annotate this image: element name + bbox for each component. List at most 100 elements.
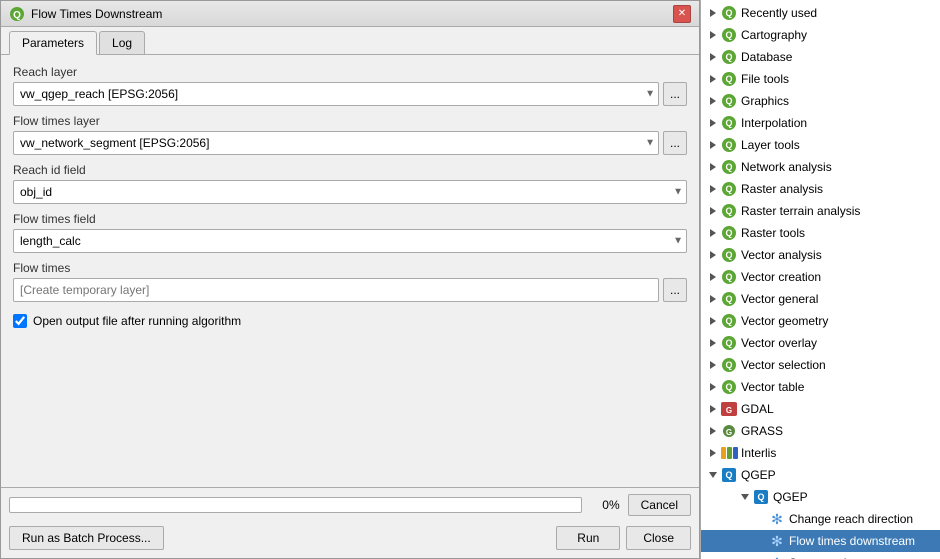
q-icon-layer-tools: Q — [721, 137, 737, 153]
q-icon-database: Q — [721, 49, 737, 65]
flow-times-layer-label: Flow times layer — [13, 114, 687, 128]
flow-times-layer-browse-button[interactable]: ... — [663, 131, 687, 155]
reach-id-field-select[interactable]: obj_id — [13, 180, 687, 204]
expand-interpolation — [705, 115, 721, 131]
q-icon-vector-overlay: Q — [721, 335, 737, 351]
flow-times-output-browse-button[interactable]: ... — [663, 278, 687, 302]
label-change-reach: Change reach direction — [789, 512, 913, 526]
sidebar-item-flow-times[interactable]: ✻ Flow times downstream — [701, 530, 940, 552]
expand-layer-tools — [705, 137, 721, 153]
expand-qgep-sub — [737, 489, 753, 505]
sidebar-item-vector-analysis[interactable]: Q Vector analysis — [701, 244, 940, 266]
reach-id-field-group: Reach id field obj_id ▼ — [13, 163, 687, 204]
label-qgep-root: QGEP — [741, 468, 776, 482]
gear-change-reach-icon: ✻ — [769, 511, 785, 527]
reach-layer-group: Reach layer vw_qgep_reach [EPSG:2056] ▼ … — [13, 65, 687, 106]
sidebar-item-cartography[interactable]: Q Cartography — [701, 24, 940, 46]
expand-vector-general — [705, 291, 721, 307]
q-icon-cartography: Q — [721, 27, 737, 43]
expand-cartography — [705, 27, 721, 43]
action-row: Run as Batch Process... Run Close — [1, 522, 699, 558]
flow-times-layer-select[interactable]: vw_network_segment [EPSG:2056] — [13, 131, 659, 155]
label-raster-terrain: Raster terrain analysis — [741, 204, 860, 218]
sidebar-item-vector-selection[interactable]: Q Vector selection — [701, 354, 940, 376]
sidebar-item-vector-table[interactable]: Q Vector table — [701, 376, 940, 398]
sidebar-item-grass[interactable]: G GRASS — [701, 420, 940, 442]
label-interlis: Interlis — [741, 446, 776, 460]
tab-parameters[interactable]: Parameters — [9, 31, 97, 55]
batch-process-button[interactable]: Run as Batch Process... — [9, 526, 164, 550]
sidebar-item-database[interactable]: Q Database — [701, 46, 940, 68]
sidebar-item-raster-analysis[interactable]: Q Raster analysis — [701, 178, 940, 200]
label-gdal: GDAL — [741, 402, 774, 416]
qgep-root-icon: Q — [721, 467, 737, 483]
label-interpolation: Interpolation — [741, 116, 807, 130]
flow-times-field-select-wrapper: length_calc ▼ — [13, 229, 687, 253]
q-icon-vector-analysis: Q — [721, 247, 737, 263]
close-icon[interactable]: ✕ — [673, 5, 691, 23]
q-icon-file-tools: Q — [721, 71, 737, 87]
expand-interlis — [705, 445, 721, 461]
expand-raster-tools — [705, 225, 721, 241]
tab-log[interactable]: Log — [99, 31, 145, 54]
close-dialog-button[interactable]: Close — [626, 526, 691, 550]
expand-gdal — [705, 401, 721, 417]
expand-qgep-root — [705, 467, 721, 483]
q-icon-raster-analysis: Q — [721, 181, 737, 197]
qgep-sub-icon: Q — [753, 489, 769, 505]
flow-times-layer-group: Flow times layer vw_network_segment [EPS… — [13, 114, 687, 155]
open-output-checkbox-row: Open output file after running algorithm — [13, 310, 687, 332]
dialog-title-text: Flow Times Downstream — [31, 7, 162, 21]
sidebar-item-snap-reach[interactable]: ✻ Snap reach geometry — [701, 552, 940, 559]
expand-flow-times — [753, 533, 769, 549]
open-output-label: Open output file after running algorithm — [33, 314, 241, 328]
gear-flow-times-icon: ✻ — [769, 533, 785, 549]
sidebar-item-gdal[interactable]: G GDAL — [701, 398, 940, 420]
reach-layer-browse-button[interactable]: ... — [663, 82, 687, 106]
sidebar-item-vector-geometry[interactable]: Q Vector geometry — [701, 310, 940, 332]
flow-times-output-row: ... — [13, 278, 687, 302]
sidebar-item-qgep-root[interactable]: Q QGEP — [701, 464, 940, 486]
q-icon-vector-general: Q — [721, 291, 737, 307]
flow-times-field-select[interactable]: length_calc — [13, 229, 687, 253]
reach-layer-select-wrapper: vw_qgep_reach [EPSG:2056] ▼ — [13, 82, 659, 106]
sidebar-item-raster-terrain[interactable]: Q Raster terrain analysis — [701, 200, 940, 222]
label-vector-general: Vector general — [741, 292, 818, 306]
svg-text:G: G — [726, 428, 732, 437]
expand-recently-used — [705, 5, 721, 21]
gear-snap-reach-icon: ✻ — [769, 555, 785, 559]
reach-layer-row: vw_qgep_reach [EPSG:2056] ▼ ... — [13, 82, 687, 106]
sidebar-item-file-tools[interactable]: Q File tools — [701, 68, 940, 90]
interlis-icon — [721, 445, 737, 461]
sidebar-item-layer-tools[interactable]: Q Layer tools — [701, 134, 940, 156]
sidebar-item-vector-overlay[interactable]: Q Vector overlay — [701, 332, 940, 354]
label-grass: GRASS — [741, 424, 783, 438]
flow-times-output-input[interactable] — [13, 278, 659, 302]
sidebar-item-vector-creation[interactable]: Q Vector creation — [701, 266, 940, 288]
reach-id-field-select-wrapper: obj_id ▼ — [13, 180, 687, 204]
sidebar-item-vector-general[interactable]: Q Vector general — [701, 288, 940, 310]
label-database: Database — [741, 50, 792, 64]
parameters-panel: Reach layer vw_qgep_reach [EPSG:2056] ▼ … — [1, 55, 699, 487]
label-file-tools: File tools — [741, 72, 789, 86]
reach-layer-select[interactable]: vw_qgep_reach [EPSG:2056] — [13, 82, 659, 106]
run-button[interactable]: Run — [556, 526, 620, 550]
sidebar-item-network-analysis[interactable]: Q Network analysis — [701, 156, 940, 178]
flow-times-field-label: Flow times field — [13, 212, 687, 226]
sidebar-item-graphics[interactable]: Q Graphics — [701, 90, 940, 112]
expand-snap-reach — [753, 555, 769, 559]
label-cartography: Cartography — [741, 28, 807, 42]
q-icon-raster-terrain: Q — [721, 203, 737, 219]
open-output-checkbox[interactable] — [13, 314, 27, 328]
sidebar-item-interlis[interactable]: Interlis — [701, 442, 940, 464]
label-vector-selection: Vector selection — [741, 358, 826, 372]
sidebar-item-recently-used[interactable]: Q Recently used — [701, 2, 940, 24]
sidebar-item-interpolation[interactable]: Q Interpolation — [701, 112, 940, 134]
expand-vector-creation — [705, 269, 721, 285]
sidebar-item-qgep-sub[interactable]: Q QGEP — [701, 486, 940, 508]
sidebar-item-raster-tools[interactable]: Q Raster tools — [701, 222, 940, 244]
titlebar: Q Flow Times Downstream ✕ — [1, 1, 699, 27]
flow-times-output-group: Flow times ... — [13, 261, 687, 302]
sidebar-item-change-reach[interactable]: ✻ Change reach direction — [701, 508, 940, 530]
cancel-button[interactable]: Cancel — [628, 494, 691, 516]
